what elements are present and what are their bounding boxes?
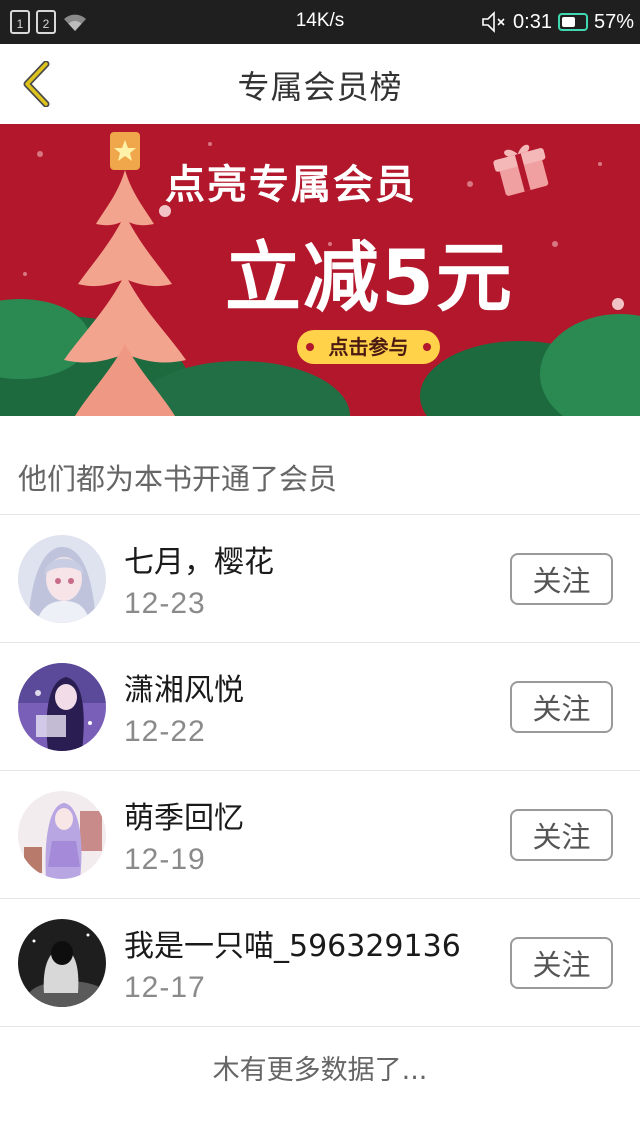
avatar-image [18,919,106,1007]
avatar-image [18,535,106,623]
member-row[interactable]: 潇湘风悦 12-22 关注 [0,643,640,771]
avatar[interactable] [18,919,106,1007]
promo-banner[interactable]: 点亮专属会员 立减5元 点击参与 [0,124,640,416]
mute-icon [482,11,505,33]
member-date: 12-17 [124,971,206,1004]
member-row[interactable]: 七月，樱花 12-23 关注 [0,515,640,643]
member-row[interactable]: 我是一只喵_596329136 12-17 关注 [0,899,640,1027]
member-name: 萌季回忆 [124,801,244,836]
no-more-data-text: 木有更多数据了... [212,1055,428,1086]
avatar-image [18,663,106,751]
battery-percent: 57% [593,10,634,33]
member-name: 我是一只喵_596329136 [124,929,461,964]
member-row[interactable]: 萌季回忆 12-19 关注 [0,771,640,899]
status-bar-right: 0:31 57% [481,8,634,36]
status-bar: 1 2 14K/s 0:31 57% [0,0,640,44]
follow-button[interactable]: 关注 [510,937,613,989]
avatar-image [18,791,106,879]
member-date: 12-22 [124,715,206,748]
banner-headline: 点亮专属会员 [165,162,417,208]
member-date: 12-19 [124,843,206,876]
page-title: 专属会员榜 [237,68,403,106]
member-name: 七月，樱花 [124,545,274,580]
banner-offer: 立减5元 [225,233,514,322]
clock: 0:31 [513,10,552,33]
follow-button[interactable]: 关注 [510,809,613,861]
avatar[interactable] [18,535,106,623]
member-name: 潇湘风悦 [124,673,244,708]
follow-button[interactable]: 关注 [510,681,613,733]
avatar[interactable] [18,663,106,751]
divider [0,1026,640,1027]
member-date: 12-23 [124,587,206,620]
banner-cta-button[interactable]: 点击参与 [297,330,440,364]
avatar[interactable] [18,791,106,879]
top-bar: 专属会员榜 [0,44,640,124]
battery-icon [557,13,588,31]
section-title: 他们都为本书开通了会员 [18,462,338,496]
battery-fill [561,17,575,27]
follow-button[interactable]: 关注 [510,553,613,605]
